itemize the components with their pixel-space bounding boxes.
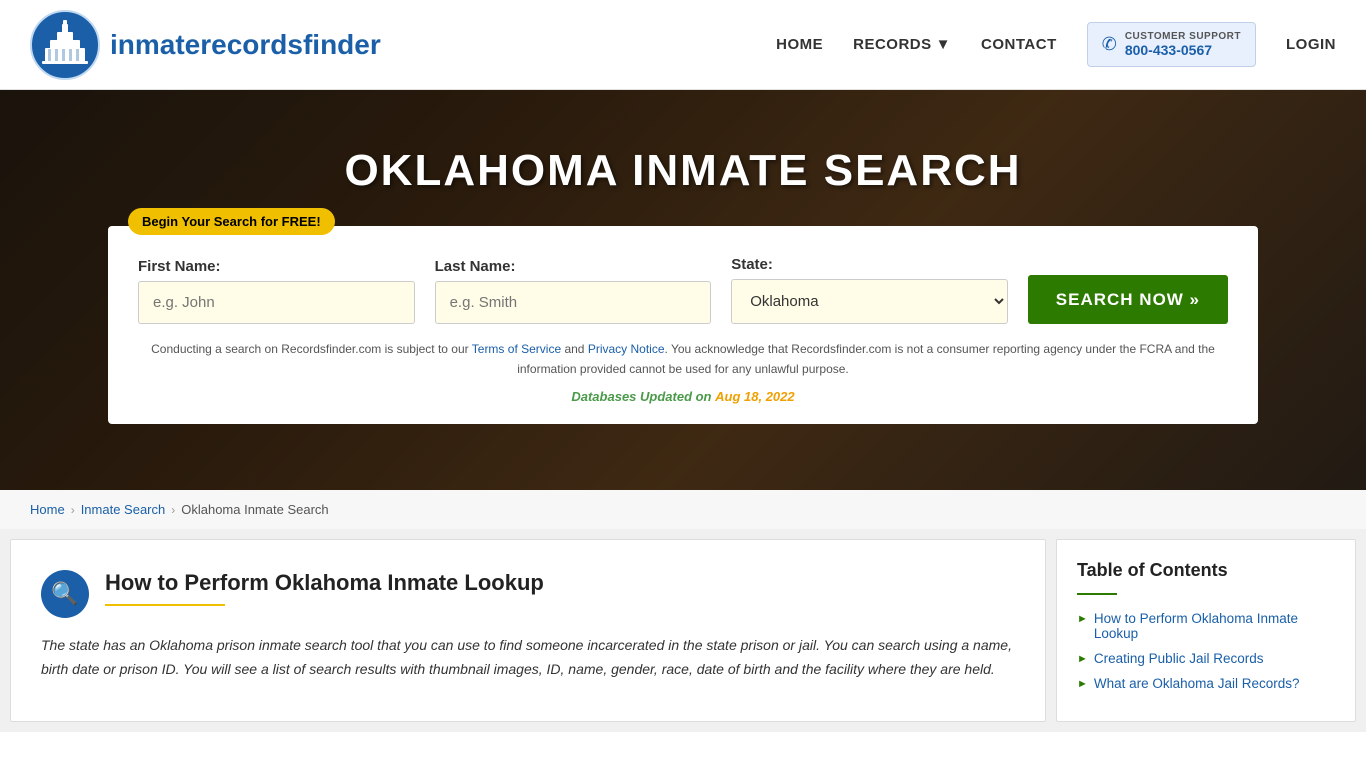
db-updated: Databases Updated on Aug 18, 2022 [138, 389, 1228, 404]
breadcrumb-sep-2: › [171, 503, 175, 517]
free-badge: Begin Your Search for FREE! [128, 208, 335, 235]
search-now-button[interactable]: SEARCH NOW » [1028, 275, 1228, 324]
chevron-down-icon: ▼ [936, 36, 951, 53]
search-box: Begin Your Search for FREE! First Name: … [108, 226, 1258, 423]
chevron-right-icon-2: ► [1077, 653, 1088, 665]
support-text: CUSTOMER SUPPORT 800-433-0567 [1125, 31, 1241, 58]
nav-home[interactable]: HOME [776, 36, 823, 53]
terms-link[interactable]: Terms of Service [472, 342, 561, 356]
chevron-right-icon-3: ► [1077, 678, 1088, 690]
logo-text: inmaterecordsfinder [110, 29, 381, 61]
hero-title: OKLAHOMA INMATE SEARCH [344, 146, 1021, 196]
first-name-label: First Name: [138, 258, 415, 275]
nav-contact[interactable]: CONTACT [981, 36, 1057, 53]
breadcrumb-current: Oklahoma Inmate Search [181, 502, 328, 517]
last-name-group: Last Name: [435, 258, 712, 324]
first-name-input[interactable] [138, 281, 415, 324]
search-form: First Name: Last Name: State: Oklahoma S… [138, 256, 1228, 324]
toc-item-2[interactable]: ► Creating Public Jail Records [1077, 651, 1335, 666]
article-title: How to Perform Oklahoma Inmate Lookup [105, 570, 1015, 596]
login-button[interactable]: LOGIN [1286, 36, 1336, 53]
content-area: 🔍 How to Perform Oklahoma Inmate Lookup … [0, 529, 1366, 732]
main-content: 🔍 How to Perform Oklahoma Inmate Lookup … [10, 539, 1046, 722]
sidebar: Table of Contents ► How to Perform Oklah… [1046, 529, 1366, 732]
breadcrumb-sep-1: › [71, 503, 75, 517]
site-header: inmaterecordsfinder HOME RECORDS ▼ CONTA… [0, 0, 1366, 90]
hero-section: OKLAHOMA INMATE SEARCH Begin Your Search… [0, 90, 1366, 490]
first-name-group: First Name: [138, 258, 415, 324]
state-group: State: Oklahoma [731, 256, 1008, 324]
chevron-right-icon-1: ► [1077, 613, 1088, 625]
disclaimer-text: Conducting a search on Recordsfinder.com… [138, 340, 1228, 378]
privacy-link[interactable]: Privacy Notice [588, 342, 665, 356]
search-icon: 🔍 [51, 581, 78, 607]
toc-item-1[interactable]: ► How to Perform Oklahoma Inmate Lookup [1077, 611, 1335, 641]
toc-title: Table of Contents [1077, 560, 1335, 581]
breadcrumb-home[interactable]: Home [30, 502, 65, 517]
support-button[interactable]: ✆ CUSTOMER SUPPORT 800-433-0567 [1087, 22, 1256, 67]
phone-icon: ✆ [1102, 34, 1117, 55]
last-name-label: Last Name: [435, 258, 712, 275]
toc-divider [1077, 593, 1117, 595]
nav-records[interactable]: RECORDS ▼ [853, 36, 951, 53]
toc-item-3[interactable]: ► What are Oklahoma Jail Records? [1077, 676, 1335, 691]
article-body: The state has an Oklahoma prison inmate … [41, 634, 1015, 682]
last-name-input[interactable] [435, 281, 712, 324]
article-header: 🔍 How to Perform Oklahoma Inmate Lookup [41, 570, 1015, 618]
logo-area[interactable]: inmaterecordsfinder [30, 10, 381, 80]
main-nav: HOME RECORDS ▼ CONTACT ✆ CUSTOMER SUPPOR… [776, 22, 1336, 67]
breadcrumb: Home › Inmate Search › Oklahoma Inmate S… [0, 490, 1366, 529]
logo-icon [30, 10, 100, 80]
breadcrumb-inmate-search[interactable]: Inmate Search [81, 502, 166, 517]
search-circle: 🔍 [41, 570, 89, 618]
title-underline [105, 604, 225, 606]
state-label: State: [731, 256, 1008, 273]
article-title-wrap: How to Perform Oklahoma Inmate Lookup [105, 570, 1015, 606]
state-select[interactable]: Oklahoma [731, 279, 1008, 324]
toc-box: Table of Contents ► How to Perform Oklah… [1056, 539, 1356, 722]
